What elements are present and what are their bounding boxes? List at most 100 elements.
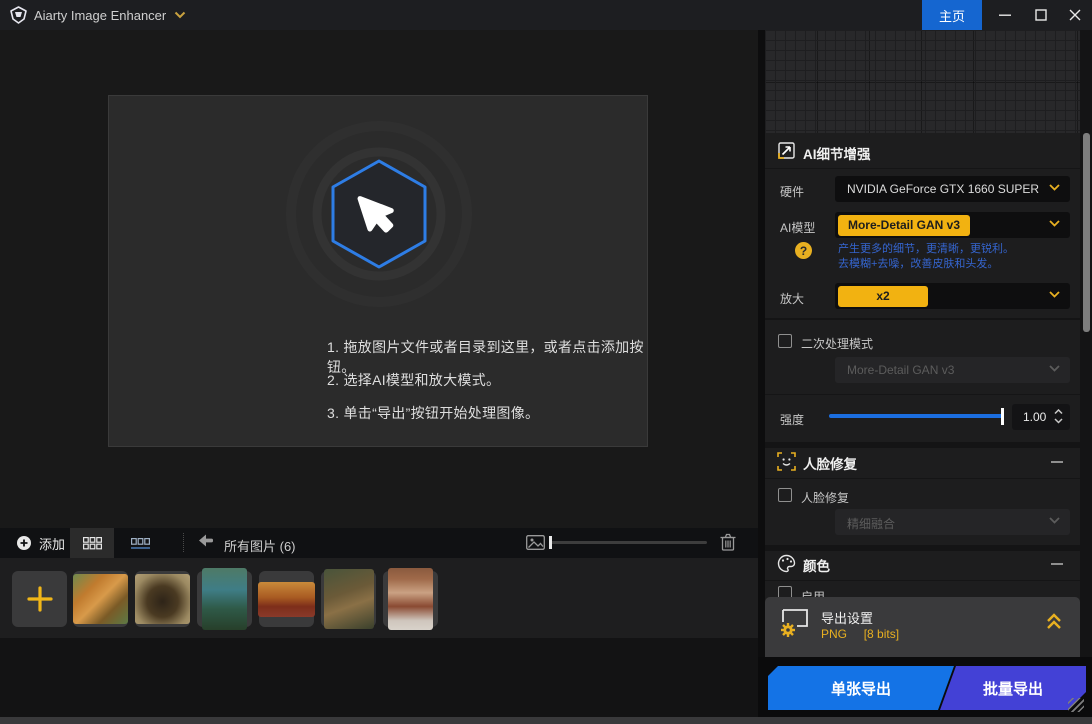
export-bit-depth: [8 bits] [864,627,899,641]
all-images-label: 所有图片 (6) [224,536,296,555]
color-section-title: 颜色 [803,555,830,575]
instruction-line-2: 2. 选择AI模型和放大模式。 [327,370,500,390]
color-clipped-row: 启用 [765,579,1080,597]
section-divider [765,168,1080,169]
single-export-button[interactable]: 单张导出 [768,666,954,710]
resize-grip[interactable] [1068,698,1084,712]
home-button[interactable]: 主页 [922,0,982,30]
thumbnail-terrarium[interactable] [197,571,252,627]
plus-icon [26,585,54,613]
strength-value: 1.00 [1023,410,1046,424]
ai-model-label: AI模型 [780,219,815,236]
hardware-dropdown[interactable]: NVIDIA GeForce GTX 1660 SUPER [835,176,1070,202]
thumbnail-tiger[interactable] [73,571,128,627]
ai-detail-section-title: AI细节增强 [803,143,871,163]
face-restore-icon [777,452,796,471]
thumbnail-portrait-girl[interactable] [383,571,438,627]
thumbnail-dog[interactable] [321,571,376,627]
filmstrip-empty-area [0,638,758,724]
list-view-toggle[interactable] [118,528,162,558]
minimize-button[interactable] [988,0,1022,30]
thumbnail-size-slider[interactable] [549,541,707,544]
face-restore-checkbox[interactable] [778,488,792,502]
face-restore-label: 人脸修复 [801,489,849,506]
face-blend-dropdown[interactable]: 精细融合 [835,509,1070,535]
grid-view-icon [83,537,102,550]
app-title: Aiarty Image Enhancer [34,8,166,23]
hardware-value: NVIDIA GeForce GTX 1660 SUPER [847,182,1039,196]
maximize-button[interactable] [1024,0,1058,30]
chevron-down-icon [1049,365,1060,372]
drop-zone[interactable]: 1. 拖放图片文件或者目录到这里，或者点击添加按钮。 2. 选择AI模型和放大模… [108,95,648,447]
ai-model-dropdown[interactable]: More-Detail GAN v3 [835,212,1070,238]
strength-slider[interactable] [829,414,1003,418]
strength-label: 强度 [780,411,804,428]
upscale-dropdown[interactable]: x2 [835,283,1070,309]
upscale-value-badge: x2 [838,286,928,307]
back-button[interactable] [198,534,215,552]
preview-grid-area [765,30,1080,133]
color-enable-label: 启用 [801,588,825,597]
add-images-button[interactable]: 添加 [8,528,73,558]
section-gap [765,442,1080,448]
close-button[interactable] [1058,0,1092,30]
export-format: PNG [8 bits] [821,627,899,641]
model-help-icon[interactable]: ? [795,242,812,259]
model-description-line-1: 产生更多的细节，更清晰，更锐利。 [838,240,1014,256]
plus-circle-icon [16,535,32,551]
hardware-label: 硬件 [780,183,804,200]
toolbar-separator [183,533,184,552]
face-blend-value: 精细融合 [847,515,895,532]
color-enable-checkbox[interactable] [778,586,792,597]
secondary-mode-label: 二次处理模式 [801,335,873,352]
secondary-model-value: More-Detail GAN v3 [847,363,954,377]
window-bottom-strip [0,717,1092,724]
chevron-down-icon [1049,291,1060,298]
panel-scrollbar-track[interactable] [1080,30,1092,657]
color-section-icon [777,554,796,573]
app-window: Aiarty Image Enhancer 主页 [0,0,1092,724]
export-buttons-zone: 单张导出 批量导出 [758,657,1092,724]
ai-model-value-badge: More-Detail GAN v3 [838,215,970,236]
face-section-collapse-button[interactable] [1050,455,1063,468]
chevron-down-icon [1049,184,1060,191]
spinner-up-icon[interactable] [1054,409,1063,415]
app-logo-icon [9,6,28,24]
secondary-model-dropdown[interactable]: More-Detail GAN v3 [835,357,1070,383]
batch-export-button[interactable]: 批量导出 [940,666,1086,710]
strength-spinner[interactable]: 1.00 [1012,404,1070,430]
export-settings-title: 导出设置 [821,608,873,627]
section-divider [765,318,1080,320]
titlebar: Aiarty Image Enhancer 主页 [0,0,1092,30]
strength-slider-thumb[interactable] [1001,408,1004,425]
panel-scrollbar-thumb[interactable] [1083,133,1090,332]
title-chevron-down-icon[interactable] [174,11,186,19]
thumbnail-butterfly[interactable] [135,571,190,627]
color-section-collapse-button[interactable] [1050,557,1063,570]
add-thumbnail-button[interactable] [12,571,67,627]
thumbnail-size-icon [526,535,545,550]
thumbnail-burger[interactable] [259,571,314,627]
secondary-mode-checkbox[interactable] [778,334,792,348]
section-gap [765,545,1080,551]
grid-view-toggle[interactable] [70,528,114,558]
thumbnail-size-slider-thumb[interactable] [549,536,552,549]
model-description-line-2: 去模糊+去噪，改善皮肤和头发。 [838,255,998,271]
add-images-label: 添加 [39,534,65,553]
export-settings-panel[interactable]: 导出设置 PNG [8 bits] [765,597,1080,657]
chevron-down-icon [1049,517,1060,524]
chevron-down-icon [1049,220,1060,227]
export-panel-expand-icon[interactable] [1046,613,1062,631]
ai-detail-enhance-icon [777,141,796,160]
close-icon [1069,9,1081,21]
drop-hexagon-cursor-icon [269,104,489,324]
instruction-line-3: 3. 单击“导出”按钮开始处理图像。 [327,403,539,423]
spinner-down-icon[interactable] [1054,418,1063,424]
section-divider [765,394,1080,395]
delete-button[interactable] [720,533,736,556]
export-settings-icon [779,608,813,640]
section-divider [765,478,1080,479]
minimize-icon [999,9,1011,21]
upscale-label: 放大 [780,290,804,307]
export-format-value: PNG [821,627,847,641]
